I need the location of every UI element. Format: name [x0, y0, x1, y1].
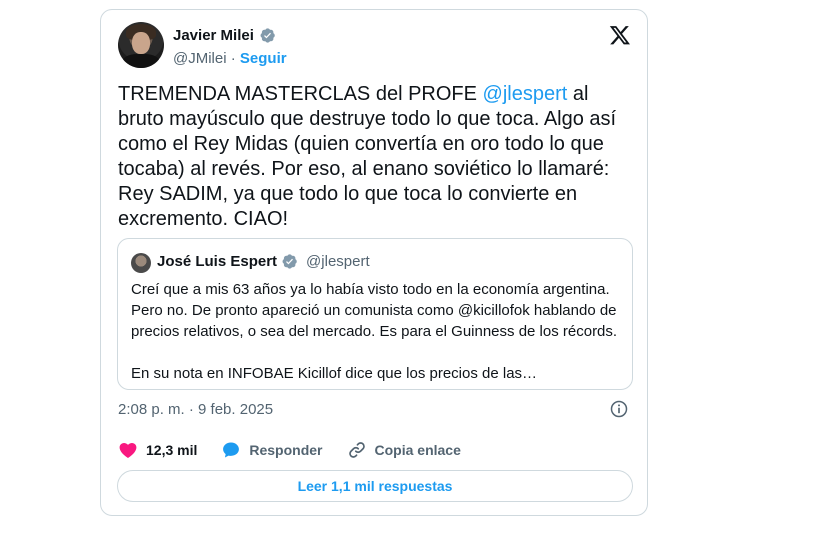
- quoted-tweet-text: Creí que a mis 63 años ya lo había visto…: [131, 279, 626, 384]
- author-handle-row: @JMilei · Seguir: [173, 50, 287, 67]
- tweet-text-part2: al bruto mayúsculo que destruye todo lo …: [118, 83, 617, 230]
- reply-label: Responder: [249, 442, 323, 458]
- separator-dot: ·: [230, 50, 236, 67]
- reply-button[interactable]: Responder: [221, 440, 323, 460]
- quoted-paragraph-2: En su nota en INFOBAE Kicillof dice que …: [131, 365, 538, 382]
- like-count: 12,3 mil: [146, 442, 198, 458]
- like-button[interactable]: 12,3 mil: [118, 440, 197, 460]
- heart-icon: [119, 442, 137, 458]
- quoted-author-row: José Luis Espert @jlespert: [157, 253, 370, 270]
- author-handle[interactable]: @JMilei: [173, 50, 227, 67]
- author-avatar[interactable]: [118, 22, 164, 68]
- quoted-paragraph-1: Creí que a mis 63 años ya lo había visto…: [131, 281, 618, 340]
- author-name[interactable]: Javier Milei: [173, 27, 254, 44]
- quoted-tweet[interactable]: José Luis Espert @jlespert Creí que a mi…: [117, 238, 633, 390]
- tweet-text-part1: TREMENDA MASTERCLAS del PROFE: [118, 83, 483, 105]
- x-logo-icon[interactable]: [609, 24, 631, 46]
- quoted-author-name: José Luis Espert: [157, 253, 278, 270]
- reply-bubble-icon: [223, 442, 240, 458]
- tweet-embed-card: Javier Milei @JMilei · Seguir TREMENDA M…: [100, 9, 648, 516]
- copy-link-label: Copia enlace: [374, 442, 461, 458]
- mention-link[interactable]: @jlespert: [483, 83, 568, 105]
- verified-badge-icon: [282, 254, 297, 269]
- action-bar: 12,3 mil Responder Copia enlace: [118, 440, 485, 460]
- quoted-author-handle: @jlespert: [306, 253, 370, 270]
- copy-link-button[interactable]: Copia enlace: [347, 440, 461, 460]
- follow-button[interactable]: Seguir: [240, 50, 287, 67]
- read-replies-button[interactable]: Leer 1,1 mil respuestas: [117, 470, 633, 502]
- tweet-text: TREMENDA MASTERCLAS del PROFE @jlespert …: [118, 82, 638, 232]
- tweet-timestamp[interactable]: 2:08 p. m. · 9 feb. 2025: [118, 401, 273, 418]
- link-icon: [348, 442, 365, 458]
- quoted-author-avatar: [131, 253, 151, 273]
- author-name-row[interactable]: Javier Milei: [173, 27, 276, 44]
- info-icon[interactable]: [609, 399, 629, 419]
- verified-badge-icon: [260, 28, 275, 43]
